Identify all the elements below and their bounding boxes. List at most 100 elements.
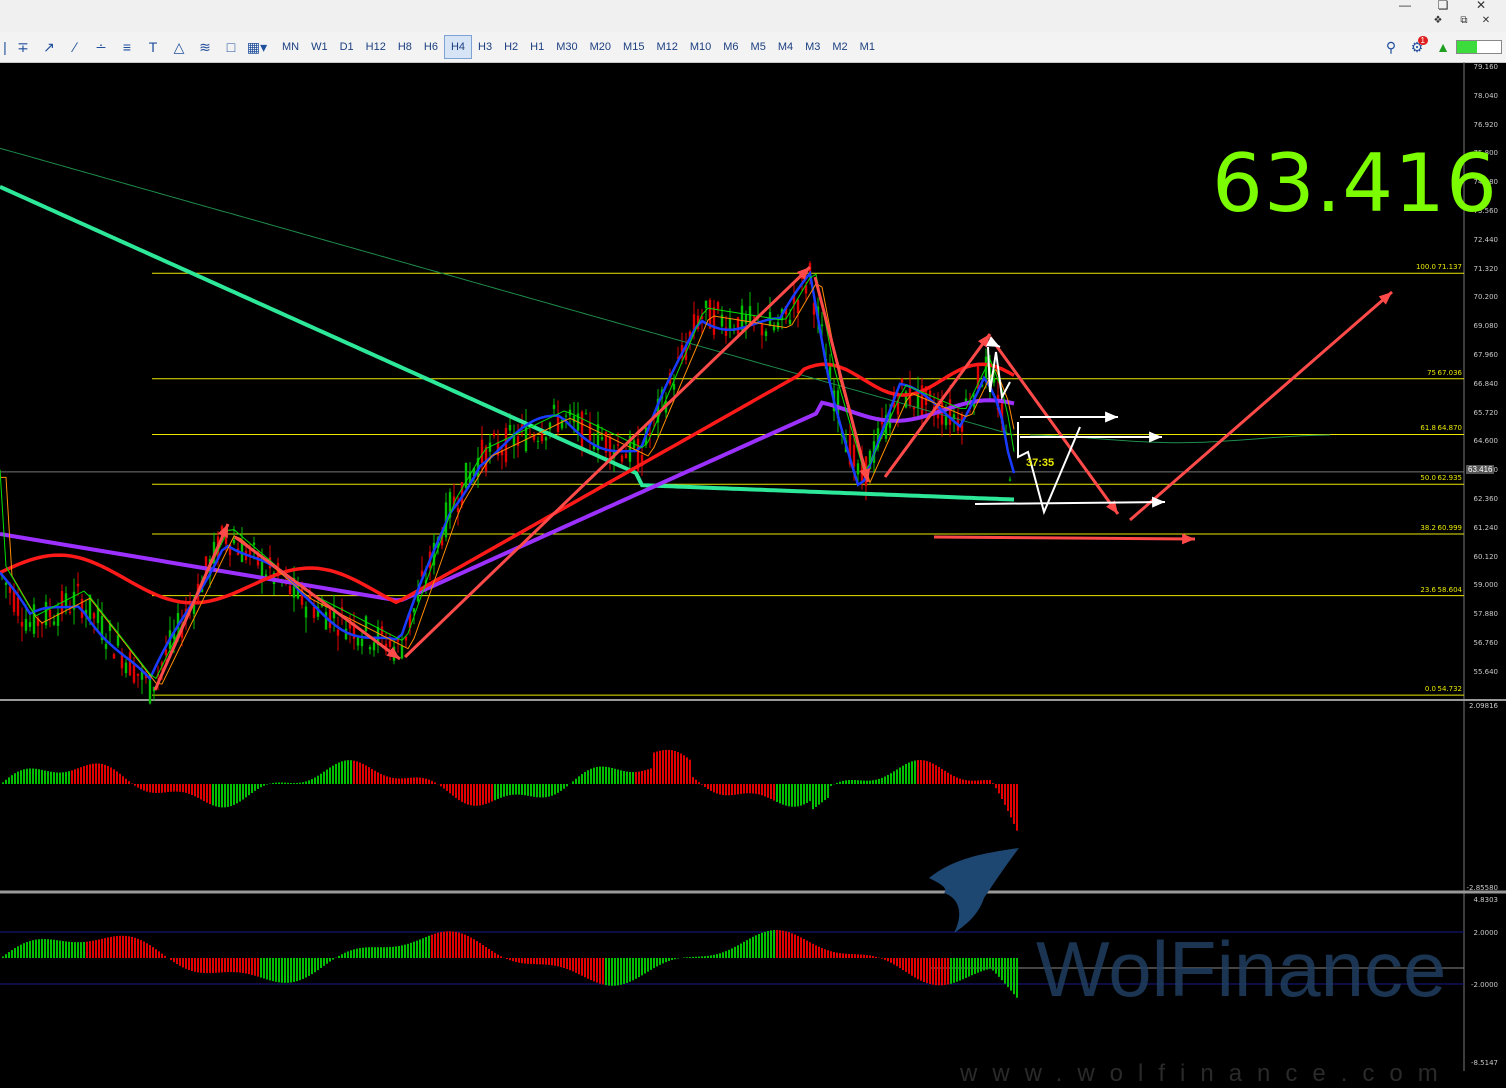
indicator2-bar [230,958,232,972]
indicator2-bar [350,950,352,958]
indicator2-bar [50,939,52,958]
indicator2-bar [179,958,181,966]
timeframe-m1[interactable]: M1 [854,36,881,58]
timeframe-h8[interactable]: H8 [392,36,418,58]
indicator1-bar [854,780,856,784]
timeframe-m5[interactable]: M5 [745,36,772,58]
indicator1-bar [575,779,577,784]
indicator2-bar [497,955,499,958]
price-axis-label: 61.240 [1474,524,1499,532]
indicator1-bar [638,772,640,784]
indicator1-bar [200,784,202,799]
price-axis-label: 55.640 [1474,668,1499,676]
indicator1-bar [8,777,10,784]
text-icon[interactable]: T [140,36,166,58]
indicator2-bar [197,958,199,972]
timeframe-m30[interactable]: M30 [550,36,583,58]
timeframe-h6[interactable]: H6 [418,36,444,58]
restore-icon[interactable]: ❏ [1426,0,1460,12]
indicator2-bar [242,958,244,973]
indicator2-bar [863,955,865,958]
indicator2-bar [398,946,400,958]
timeframe-h4[interactable]: H4 [444,35,472,59]
fibonacci-icon[interactable]: ≡ [114,36,140,58]
indicator1-bar [203,784,205,801]
timeframe-mn[interactable]: MN [276,36,305,58]
cursor-icon[interactable]: | [0,36,10,58]
timeframe-m15[interactable]: M15 [617,36,650,58]
indicator1-bar [317,776,319,784]
indicator1-bar [659,751,661,784]
candle-body [901,379,903,383]
indicator1-bar [602,767,604,784]
indicator2-bar [722,952,724,958]
indicator1-bar [416,777,418,784]
timeframe-m2[interactable]: M2 [826,36,853,58]
rectangle-icon[interactable]: □ [218,36,244,58]
indicator1-bar [845,780,847,784]
indicator1-bar [509,784,511,795]
shapes-icon[interactable]: △ [166,36,192,58]
detach-icon[interactable]: ❖ [1428,16,1448,28]
indicator2-bar [425,937,427,958]
timeframe-m12[interactable]: M12 [650,36,683,58]
indicator1-bar [41,770,43,784]
indicator2-bar [992,958,994,971]
timeframe-h3[interactable]: H3 [472,36,498,58]
timeframe-m4[interactable]: M4 [772,36,799,58]
timeframe-m6[interactable]: M6 [717,36,744,58]
timeframe-w1[interactable]: W1 [305,36,334,58]
price-axis-label: 56.760 [1474,639,1499,647]
timeframe-d1[interactable]: D1 [334,36,360,58]
indicator1-bar [836,783,838,784]
indicator2-bar [578,958,580,974]
trendline-icon[interactable]: ↗ [36,36,62,58]
price-chart[interactable]: 79.16078.04076.92075.80074.68073.56072.4… [0,62,1506,1071]
indicator2-bar [107,937,109,958]
timeframe-m10[interactable]: M10 [684,36,717,58]
candle-body [93,613,95,618]
timeframe-m3[interactable]: M3 [799,36,826,58]
ray-icon[interactable]: ∕ [62,36,88,58]
candle-body [729,319,731,330]
timeframe-h1[interactable]: H1 [524,36,550,58]
indicator1-bar [647,769,649,784]
timeframe-m20[interactable]: M20 [584,36,617,58]
indicator1-bar [620,770,622,784]
indicator1-bar [956,778,958,784]
gann-icon[interactable]: ≋ [192,36,218,58]
indicator1-bar [347,760,349,784]
candle-body [773,326,775,330]
search-icon[interactable]: ⚲ [1378,36,1404,58]
objects-menu-icon[interactable]: ▦▾ [244,36,270,58]
indicator2-bar [539,958,541,964]
crosshair-icon[interactable]: ∓ [10,36,36,58]
timeframe-h12[interactable]: H12 [360,36,392,58]
indicator2-bar [473,939,475,958]
indicator2-bar [176,958,178,964]
child-restore-icon[interactable]: ⧉ [1454,16,1474,28]
trend-arrow [1130,292,1392,520]
timeframe-h2[interactable]: H2 [498,36,524,58]
indicator1-bar [983,780,985,784]
indicator2-bar [971,958,973,975]
connection-level-icon[interactable]: ▲ [1430,36,1456,58]
indicator1-bar [953,776,955,784]
indicator2-bar [365,947,367,958]
indicator2-bar [308,958,310,976]
child-close-icon[interactable]: ✕ [1476,16,1496,28]
indicator2-bar [485,947,487,958]
indicator1-bar [38,769,40,784]
notification-icon[interactable]: ⚙1 [1404,36,1430,58]
channel-icon[interactable]: ∸ [88,36,114,58]
indicator2-bar [605,958,607,985]
indicator1-bar [386,776,388,784]
fibonacci-price: 71.137 [1438,263,1463,271]
indicator1-bar [692,777,694,784]
minimize-icon[interactable]: — [1388,0,1422,12]
indicator1-bar [821,784,823,802]
indicator1-bar [104,765,106,784]
close-icon[interactable]: ✕ [1464,0,1498,12]
indicator1-bar [392,778,394,784]
indicator2-bar [89,941,91,958]
